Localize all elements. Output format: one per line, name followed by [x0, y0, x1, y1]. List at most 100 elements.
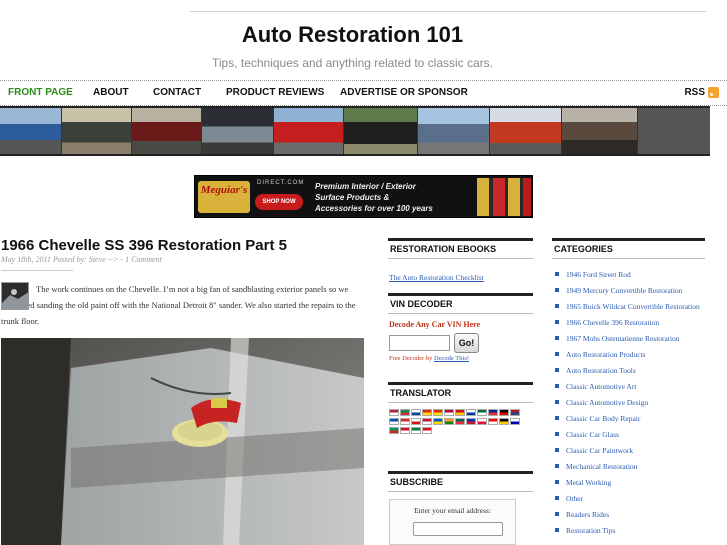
category-item[interactable]: Metal Working [552, 477, 705, 488]
language-flag-icon[interactable] [433, 409, 443, 416]
rss-feed-icon [708, 87, 719, 98]
category-item[interactable]: 1966 Chevelle 396 Restoration [552, 317, 705, 328]
category-item[interactable]: 1949 Mercury Convertible Restoration [552, 285, 705, 296]
ad-copy-line: Accessories for over 100 years [315, 204, 433, 213]
category-item[interactable]: Mechanical Restoration [552, 461, 705, 472]
language-flag-icon[interactable] [433, 418, 443, 425]
category-item[interactable]: 1967 Mohs Ostentatienne Restoration [552, 333, 705, 344]
post-thumbnail-image [2, 283, 28, 309]
language-flag-icon[interactable] [400, 409, 410, 416]
banner-car-photo [344, 108, 418, 154]
site-title[interactable]: Auto Restoration 101 [0, 22, 705, 48]
ebook-checklist-link[interactable]: The Auto Restoration Checklist [389, 273, 484, 282]
language-flag-icon[interactable] [499, 409, 509, 416]
banner-car-photo [132, 108, 202, 154]
banner-car-photo [274, 108, 344, 154]
language-flag-icon[interactable] [389, 427, 399, 434]
category-item[interactable]: Readers Rides [552, 509, 705, 520]
category-item[interactable]: Classic Automotive Art [552, 381, 705, 392]
category-item[interactable]: Auto Restoration Tools [552, 365, 705, 376]
widget-title-vin-decoder: VIN DECODER [388, 293, 533, 314]
language-flag-icon[interactable] [466, 409, 476, 416]
nav-advertise-or-sponsor[interactable]: ADVERTISE OR SPONSOR [340, 87, 468, 98]
post-thumbnail[interactable] [1, 282, 29, 310]
widget-title-ebooks: RESTORATION EBOOKS [388, 238, 533, 259]
language-flag-icon[interactable] [455, 418, 465, 425]
post-featured-image[interactable] [1, 338, 364, 545]
banner-car-photo [202, 108, 274, 154]
middle-sidebar: RESTORATION EBOOKS The Auto Restoration … [388, 238, 533, 545]
language-flag-icon[interactable] [444, 409, 454, 416]
category-item[interactable]: 1965 Buick Wildcat Convertible Restorati… [552, 301, 705, 312]
nav-product-reviews[interactable]: PRODUCT REVIEWS [226, 87, 324, 98]
vin-footer: Free Decoder by Decode This! [389, 355, 532, 362]
language-flag-icon[interactable] [411, 418, 421, 425]
post-excerpt: The work continues on the Chevelle. I’m … [1, 284, 356, 326]
ad-copy-line: Premium Interior / Exterior [315, 182, 416, 191]
ad-product-bottles-image [477, 178, 531, 216]
category-item[interactable]: Classic Car Body Repair [552, 413, 705, 424]
vin-footer-prefix: Free Decoder by [389, 355, 433, 362]
subscribe-label: Enter your email address: [414, 506, 491, 515]
language-flag-icon[interactable] [422, 409, 432, 416]
nav-about[interactable]: ABOUT [93, 87, 129, 98]
rss-link[interactable]: RSS [684, 87, 719, 98]
language-flag-icon[interactable] [510, 409, 520, 416]
ad-brand-logo: Meguiar's [198, 181, 250, 213]
banner-car-photo [62, 108, 132, 154]
translator-flags [388, 403, 533, 471]
ad-copy-line: Surface Products & [315, 193, 390, 202]
language-flag-icon[interactable] [477, 409, 487, 416]
language-flag-icon[interactable] [455, 409, 465, 416]
banner-car-photo [0, 108, 62, 154]
language-flag-icon[interactable] [422, 427, 432, 434]
category-item[interactable]: 1946 Ford Street Rod [552, 269, 705, 280]
ad-domain-text: DIRECT.COM [257, 180, 305, 186]
header-top-rule [190, 11, 706, 12]
car-sanding-photo [1, 338, 364, 545]
post-divider [1, 270, 73, 271]
nav-front-page[interactable]: FRONT PAGE [8, 87, 73, 98]
language-flag-icon[interactable] [477, 418, 487, 425]
banner-car-photo [418, 108, 490, 154]
category-item[interactable]: Auto Restoration Products [552, 349, 705, 360]
post-title[interactable]: 1966 Chevelle SS 396 Restoration Part 5 [1, 237, 287, 254]
ad-copy: Premium Interior / Exterior Surface Prod… [315, 181, 475, 214]
banner-car-photo [562, 108, 638, 154]
language-flag-icon[interactable] [389, 418, 399, 425]
category-item[interactable]: Restoration Tips [552, 525, 705, 536]
language-flag-icon[interactable] [488, 409, 498, 416]
sponsor-ad-banner[interactable]: Meguiar's DIRECT.COM SHOP NOW Premium In… [194, 175, 533, 218]
language-flag-icon[interactable] [389, 409, 399, 416]
nav-contact[interactable]: CONTACT [153, 87, 201, 98]
language-flag-icon[interactable] [422, 418, 432, 425]
main-navigation: FRONT PAGE ABOUT CONTACT PRODUCT REVIEWS… [0, 80, 727, 106]
language-flag-icon[interactable] [466, 418, 476, 425]
category-item[interactable]: Classic Car Paintwork [552, 445, 705, 456]
language-flag-icon[interactable] [444, 418, 454, 425]
language-flag-icon[interactable] [400, 418, 410, 425]
vin-go-button[interactable]: Go! [454, 333, 479, 353]
header-car-banner [0, 106, 710, 156]
language-flag-icon[interactable] [411, 409, 421, 416]
language-flag-icon[interactable] [488, 418, 498, 425]
category-item[interactable]: Other [552, 493, 705, 504]
category-item[interactable]: Classic Car Glass [552, 429, 705, 440]
flag-grid [389, 409, 532, 434]
subscribe-form: Enter your email address: [389, 499, 516, 545]
category-item[interactable]: Classic Automotive Design [552, 397, 705, 408]
widget-title-translator: TRANSLATOR [388, 382, 533, 403]
post-meta: May 18th, 2011 Posted by: Steve --> - 1 … [1, 255, 162, 264]
language-flag-icon[interactable] [510, 418, 520, 425]
vin-input[interactable] [389, 335, 450, 351]
vin-decoder-credit-link[interactable]: Decode This! [434, 355, 469, 362]
language-flag-icon[interactable] [400, 427, 410, 434]
language-flag-icon[interactable] [411, 427, 421, 434]
subscribe-email-input[interactable] [413, 522, 503, 536]
site-tagline: Tips, techniques and anything related to… [211, 56, 494, 70]
rss-label: RSS [684, 87, 705, 98]
banner-car-photo [490, 108, 562, 154]
ad-shop-now-button[interactable]: SHOP NOW [255, 194, 303, 210]
language-flag-icon[interactable] [499, 418, 509, 425]
categories-sidebar: CATEGORIES 1946 Ford Street Rod 1949 Mer… [552, 238, 705, 541]
